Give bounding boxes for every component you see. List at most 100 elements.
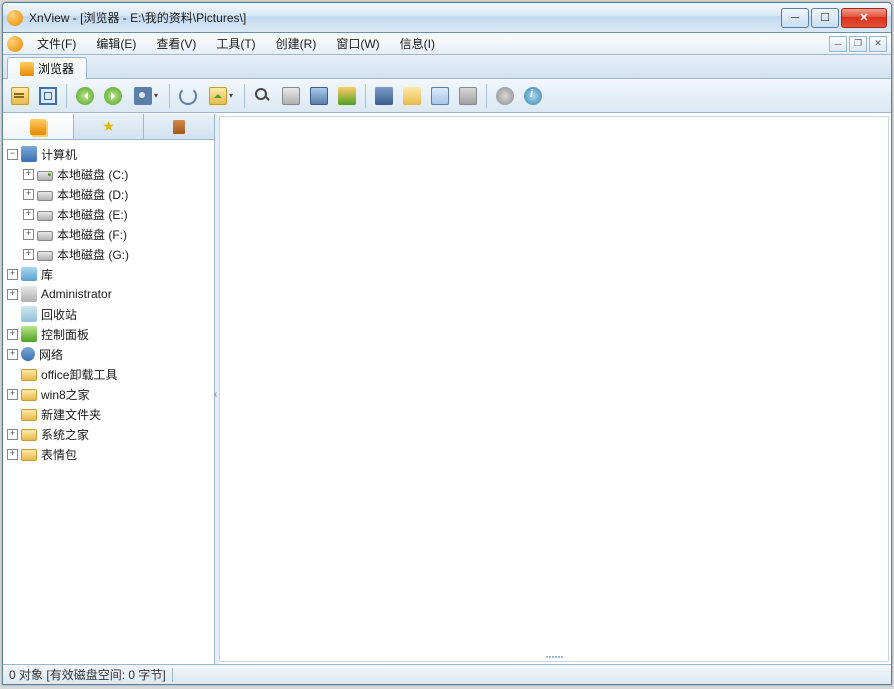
menu-view[interactable]: 查看(V) [146, 33, 206, 54]
expander-icon[interactable]: + [23, 229, 34, 240]
tree-label: 系统之家 [41, 426, 89, 443]
tree-node[interactable]: 回收站 [5, 304, 212, 324]
search-button[interactable] [250, 83, 276, 109]
tree-node[interactable]: +库 [5, 264, 212, 284]
tree-label: 计算机 [41, 146, 77, 163]
duplicate-button[interactable] [427, 83, 453, 109]
tree-label: 本地磁盘 (E:) [57, 206, 128, 223]
separator [169, 84, 170, 108]
expander-icon[interactable]: + [7, 329, 18, 340]
mdi-minimize-button[interactable]: ─ [829, 36, 847, 52]
expander-icon[interactable]: + [23, 189, 34, 200]
tree-node[interactable]: +win8之家 [5, 384, 212, 404]
camera-button[interactable]: ▾ [128, 83, 164, 109]
drive-icon [37, 171, 53, 181]
jpeg-button[interactable] [399, 83, 425, 109]
browser-tab-icon [20, 62, 34, 76]
mdi-restore-button[interactable]: ❐ [849, 36, 867, 52]
menu-info[interactable]: 信息(I) [390, 33, 445, 54]
tree-node-computer[interactable]: − 计算机 [5, 144, 212, 164]
settings-button[interactable] [492, 83, 518, 109]
back-button[interactable] [72, 83, 98, 109]
minimize-button[interactable]: ─ [781, 8, 809, 28]
tree-node-drive[interactable]: + 本地磁盘 (F:) [5, 224, 212, 244]
tree-node-drive[interactable]: + 本地磁盘 (D:) [5, 184, 212, 204]
tree-node-drive[interactable]: +本地磁盘 (G:) [5, 244, 212, 264]
tree-label: 库 [41, 266, 53, 283]
scan-button[interactable] [306, 83, 332, 109]
refresh-button[interactable] [175, 83, 201, 109]
menu-file[interactable]: 文件(F) [27, 33, 86, 54]
status-disk-space: [有效磁盘空间: 0 字节] [46, 666, 165, 683]
expander-icon[interactable]: + [7, 429, 18, 440]
expander-none [7, 309, 18, 320]
open-icon [11, 87, 29, 105]
slideshow-icon [459, 87, 477, 105]
menu-edit[interactable]: 编辑(E) [86, 33, 146, 54]
menu-create[interactable]: 创建(R) [266, 33, 327, 54]
expander-icon[interactable]: + [7, 269, 18, 280]
menu-app-icon [7, 36, 23, 52]
forward-button[interactable] [100, 83, 126, 109]
tree-node[interactable]: + 控制面板 [5, 324, 212, 344]
tree-node[interactable]: +网络 [5, 344, 212, 364]
expander-none [7, 409, 18, 420]
sidebar-tab-folders[interactable] [3, 114, 74, 139]
open-button[interactable] [7, 83, 33, 109]
folder-tree[interactable]: − 计算机 +本地磁盘 (C:)+本地磁盘 (D:)+本地磁盘 (E:)+本地磁… [3, 140, 214, 664]
back-icon [76, 87, 94, 105]
expander-icon[interactable]: + [7, 349, 18, 360]
expander-icon[interactable]: + [7, 449, 18, 460]
drive-icon [37, 251, 53, 261]
mdi-close-button[interactable]: ✕ [869, 36, 887, 52]
content-pane[interactable] [219, 116, 889, 662]
print-button[interactable] [278, 83, 304, 109]
expander-icon[interactable]: + [23, 169, 34, 180]
up-button[interactable]: ▾ [203, 83, 239, 109]
categories-icon [173, 120, 185, 134]
sidebar-tab-favorites[interactable]: ★ [74, 114, 145, 139]
user-icon [21, 286, 37, 302]
tree-node-drive[interactable]: + 本地磁盘 (E:) [5, 204, 212, 224]
camera-icon [134, 87, 152, 105]
mdi-buttons: ─ ❐ ✕ [829, 36, 889, 52]
tree-node[interactable]: office卸载工具 [5, 364, 212, 384]
tree-label: Administrator [41, 287, 112, 301]
expander-icon[interactable]: − [7, 149, 18, 160]
recycle-icon [21, 306, 37, 322]
sidebar-tab-categories[interactable] [144, 114, 214, 139]
expander-icon[interactable]: + [23, 209, 34, 220]
tree-label: 新建文件夹 [41, 406, 101, 423]
folder-icon [21, 429, 37, 441]
tree-node[interactable]: + Administrator [5, 284, 212, 304]
menu-window[interactable]: 窗口(W) [326, 33, 389, 54]
close-button[interactable]: ✕ [841, 8, 887, 28]
fullscreen-button[interactable] [35, 83, 61, 109]
tree-node[interactable]: +表情包 [5, 444, 212, 464]
about-button[interactable] [520, 83, 546, 109]
capture-icon [375, 87, 393, 105]
menu-tools[interactable]: 工具(T) [206, 33, 265, 54]
tab-browser[interactable]: 浏览器 [7, 57, 87, 79]
maximize-button[interactable]: ☐ [811, 8, 839, 28]
gear-icon [496, 87, 514, 105]
expander-icon[interactable]: + [7, 389, 18, 400]
main-window: XnView - [浏览器 - E:\我的资料\Pictures\] ─ ☐ ✕… [2, 2, 892, 685]
expander-icon[interactable]: + [23, 249, 34, 260]
folder-icon [21, 369, 37, 381]
capture-button[interactable] [371, 83, 397, 109]
tree-label: 控制面板 [41, 326, 89, 343]
convert-button[interactable] [334, 83, 360, 109]
tree-label: 本地磁盘 (D:) [57, 186, 128, 203]
sidebar-tabs: ★ [3, 114, 214, 140]
tree-node[interactable]: + 系统之家 [5, 424, 212, 444]
title-bar[interactable]: XnView - [浏览器 - E:\我的资料\Pictures\] ─ ☐ ✕ [3, 3, 891, 33]
toolbar: ▾ ▾ [3, 79, 891, 113]
horizontal-splitter-grip[interactable] [529, 654, 579, 660]
separator [66, 84, 67, 108]
expander-icon[interactable]: + [7, 289, 18, 300]
slideshow-button[interactable] [455, 83, 481, 109]
tree-node[interactable]: 新建文件夹 [5, 404, 212, 424]
tree-node-drive[interactable]: +本地磁盘 (C:) [5, 164, 212, 184]
tree-label: 本地磁盘 (F:) [57, 226, 127, 243]
